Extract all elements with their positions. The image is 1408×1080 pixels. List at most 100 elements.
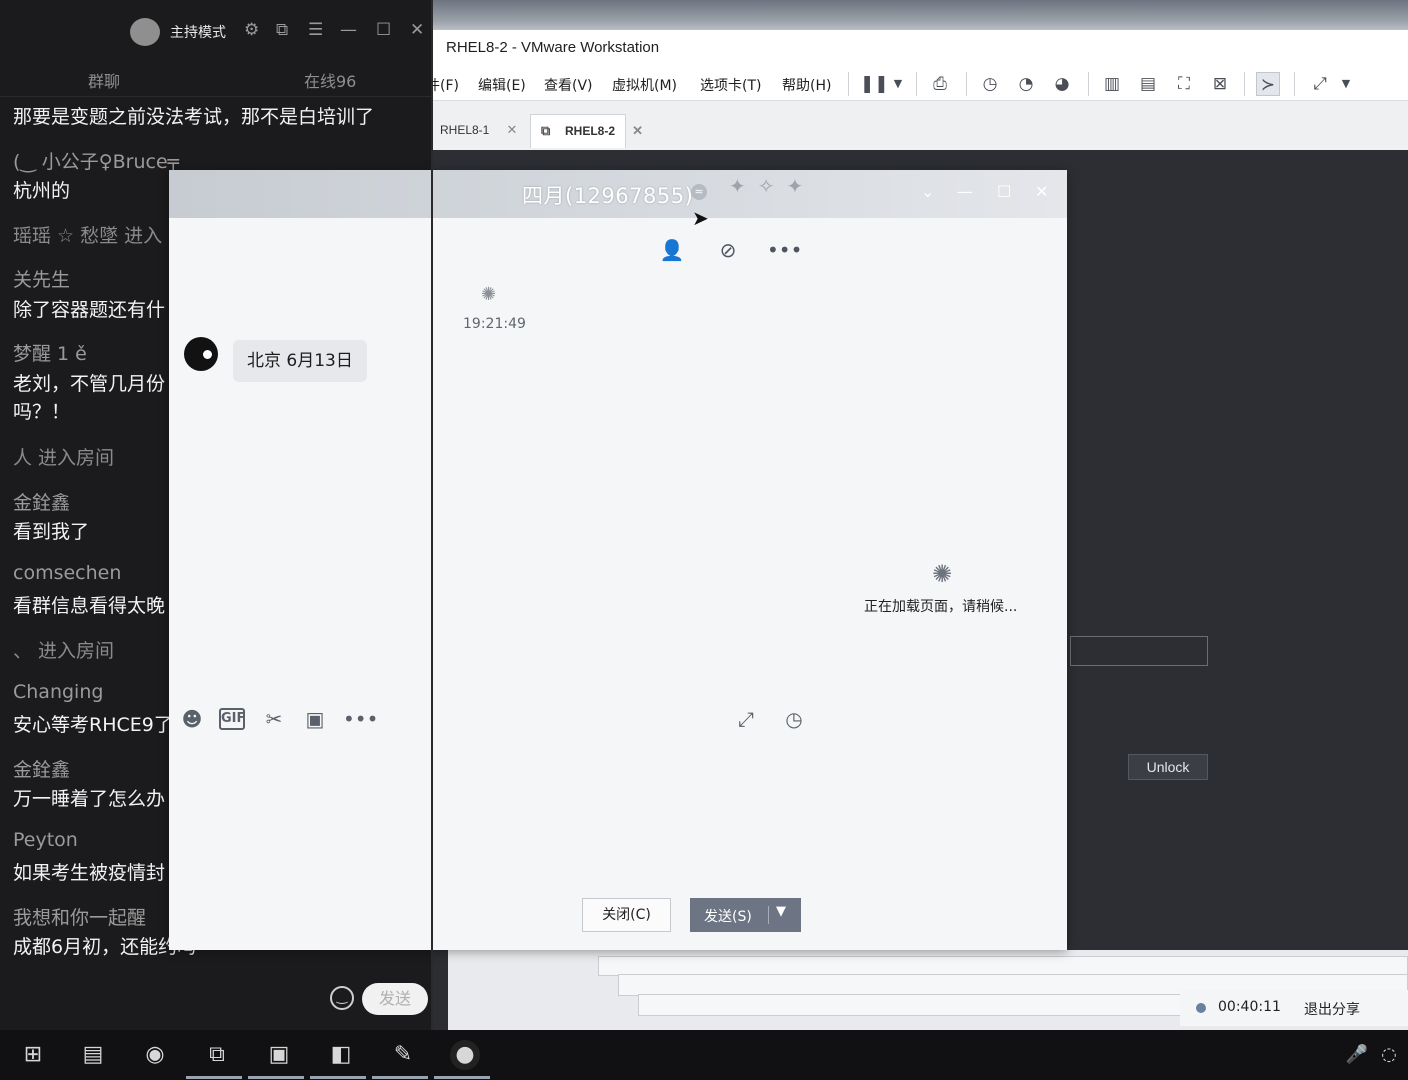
panel-edge (431, 0, 433, 1030)
chat-message: 那要是变题之前没法考试，那不是白培训了 (13, 106, 375, 128)
unity-icon[interactable]: ⊠ (1208, 72, 1232, 96)
windows-start-icon[interactable]: ⊞ (18, 1040, 48, 1070)
more-icon[interactable]: ••• (343, 706, 378, 732)
chevron-down-icon[interactable]: ▼ (886, 72, 910, 96)
chat-sender: 我想和你一起醒 (13, 907, 147, 929)
share-timer: 00:40:11 (1218, 999, 1281, 1015)
vmware-taskbar-icon[interactable]: ⧉ (202, 1040, 232, 1070)
microphone-icon[interactable]: 🎤 (1342, 1040, 1372, 1070)
live-chat-header: 主持模式 ⚙ ⧉ ☰ — ☐ ✕ (0, 0, 432, 62)
clock-icon[interactable]: ◷ (780, 706, 808, 732)
loading-spinner-icon: ✺ (932, 560, 953, 588)
snapshot-manager-icon[interactable]: ◕ (1050, 72, 1074, 96)
status-icon: ≈ (691, 184, 707, 200)
menu-view[interactable]: 查看(V) (544, 75, 593, 95)
toolbar-separator (966, 72, 967, 96)
tab-rhel8-2[interactable]: ⧉ RHEL8-2 ✕ (530, 114, 643, 148)
chat-message: 看到我了 (13, 521, 90, 543)
pause-icon[interactable]: ❚❚ (860, 72, 889, 96)
tray-icon[interactable]: ◌ (1374, 1040, 1404, 1070)
browser-icon[interactable]: ◉ (140, 1040, 170, 1070)
mouse-cursor-icon: ➤ (692, 206, 709, 230)
app-window-icon[interactable]: ▣ (264, 1040, 294, 1070)
app-c-icon[interactable]: ◧ (326, 1040, 356, 1070)
exit-share-button[interactable]: 退出分享 (1304, 999, 1360, 1019)
tab-online[interactable]: 在线96 (304, 68, 356, 92)
thumbnail-icon[interactable]: ▤ (1136, 72, 1160, 96)
toolbar-separator (1294, 72, 1295, 96)
password-field[interactable] (1070, 636, 1208, 666)
emoji-icon[interactable]: ‿ (330, 986, 354, 1010)
chat-sender: Changing (13, 681, 104, 703)
live-chat-send-button[interactable]: 发送 (362, 983, 428, 1015)
system-message: 人 进入房间 (13, 447, 115, 469)
gif-icon[interactable]: GIF (219, 708, 245, 730)
active-indicator (434, 1076, 490, 1079)
toolbar-separator (1244, 72, 1245, 96)
library-icon[interactable]: ▥ (1100, 72, 1124, 96)
file-explorer-icon[interactable]: ▤ (78, 1040, 108, 1070)
active-indicator (310, 1076, 366, 1079)
console-icon[interactable]: ≻ (1256, 72, 1280, 96)
chevron-down-icon[interactable]: ▼ (776, 904, 786, 919)
unlock-button[interactable]: Unlock (1128, 754, 1208, 780)
paint-icon[interactable]: ✎ (388, 1040, 418, 1070)
button-divider (768, 906, 769, 924)
settings-icon[interactable]: ⚙ (244, 20, 259, 40)
send-keys-icon[interactable]: ⎙ (928, 72, 952, 96)
chat-sender: 金銓鑫 (13, 759, 71, 781)
add-contact-icon[interactable]: 👤 (657, 236, 687, 264)
stretch-icon[interactable]: ⤢ (1308, 72, 1332, 96)
qq-chat-window: 四月(12967855) ≈ ✦✧✦ ⌄ — ☐ ✕ 👤 ⊘ ••• 北京 6月… (169, 170, 1067, 950)
maximize-icon[interactable]: ☐ (376, 20, 391, 40)
more-icon[interactable]: ••• (767, 236, 802, 264)
close-icon[interactable]: ✕ (506, 122, 517, 138)
tab-label: RHEL8-2 (565, 124, 616, 138)
contact-title: 四月(12967855) (522, 184, 694, 208)
menu-icon[interactable]: ☰ (308, 20, 323, 40)
minimize-icon[interactable]: — (957, 182, 973, 201)
snapshot-icon[interactable]: ◷ (978, 72, 1002, 96)
minimize-icon[interactable]: — (340, 20, 357, 40)
maximize-icon[interactable]: ☐ (997, 182, 1011, 201)
menu-help[interactable]: 帮助(H) (782, 75, 831, 95)
decoration-branch-icon: ✦✧✦ (729, 174, 816, 198)
chat-message: 老刘，不管几月份 (13, 373, 166, 395)
close-icon[interactable]: ✕ (410, 20, 424, 40)
chevron-down-icon[interactable]: ▼ (1334, 72, 1358, 96)
qq-titlebar[interactable]: 四月(12967855) ≈ ✦✧✦ ⌄ — ☐ ✕ (169, 170, 1067, 218)
meeting-icon[interactable]: ● (450, 1040, 480, 1070)
tab-group-chat[interactable]: 群聊 (88, 68, 120, 92)
active-indicator (248, 1076, 304, 1079)
chat-sender: 关先生 (13, 269, 71, 291)
active-indicator (372, 1076, 428, 1079)
chevron-down-icon[interactable]: ⌄ (921, 182, 934, 201)
scissors-icon[interactable]: ✂ (260, 706, 288, 732)
revert-snapshot-icon[interactable]: ◔ (1014, 72, 1038, 96)
loading-spinner-icon: ✺ (481, 284, 497, 305)
popout-icon[interactable]: ⧉ (276, 20, 288, 40)
chat-message: 吗？！ (13, 401, 71, 423)
close-icon[interactable]: ✕ (1035, 182, 1048, 201)
image-icon[interactable]: ▣ (301, 706, 329, 732)
vmware-titlebar: ⧉ RHEL8-2 - VMware Workstation (398, 30, 1408, 66)
emoji-icon[interactable]: ☻ (178, 706, 206, 732)
block-contact-icon[interactable]: ⊘ (713, 236, 743, 264)
chat-message: 安心等考RHCE9了 (13, 714, 173, 736)
toolbar-separator (916, 72, 917, 96)
close-icon[interactable]: ✕ (632, 123, 643, 139)
avatar[interactable] (184, 337, 218, 371)
chat-message: 除了容器题还有什 (13, 299, 166, 321)
menu-vm[interactable]: 虚拟机(M) (612, 75, 677, 95)
toolbar-separator (1088, 72, 1089, 96)
chat-message: 如果考生被疫情封 (13, 862, 166, 884)
send-button[interactable]: 发送(S) ▼ (690, 898, 801, 932)
fullscreen-icon[interactable]: ⛶ (1172, 72, 1196, 96)
close-button[interactable]: 关闭(C) (582, 898, 671, 932)
loading-text: 正在加载页面，请稍候... (864, 599, 1018, 615)
menu-edit[interactable]: 编辑(E) (478, 75, 526, 95)
chat-sender: (‿ 小公子♀Bruce╤ (13, 151, 180, 173)
menu-tabs[interactable]: 选项卡(T) (700, 75, 761, 95)
send-button-label: 发送(S) (704, 909, 752, 925)
expand-icon[interactable]: ⤢ (732, 706, 760, 732)
